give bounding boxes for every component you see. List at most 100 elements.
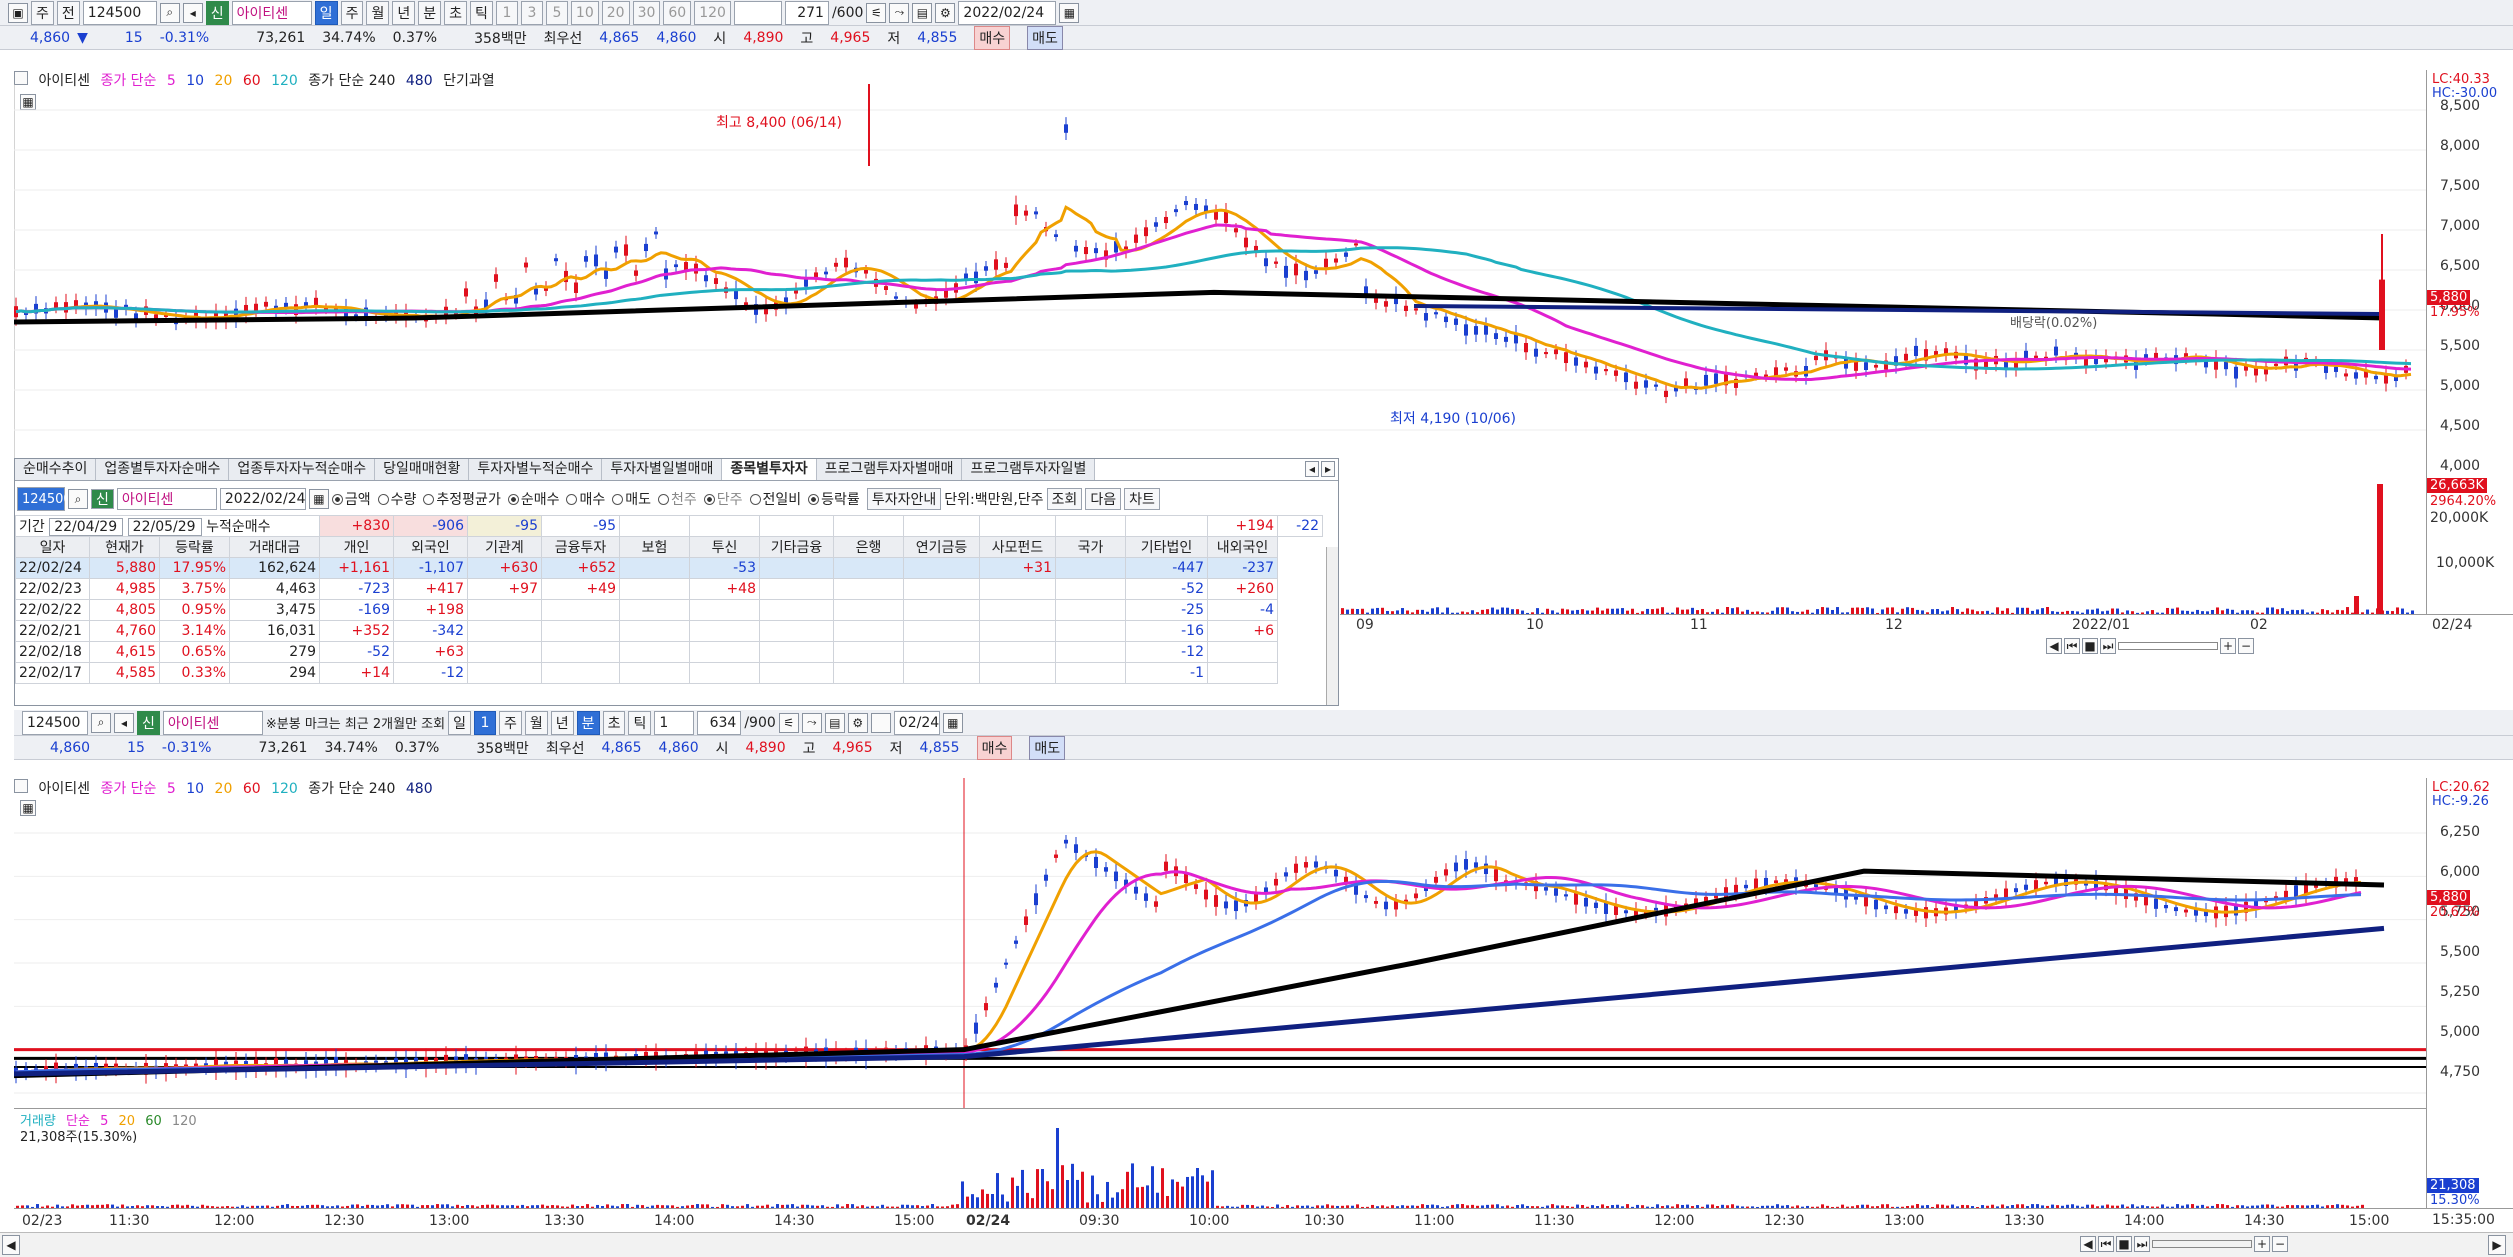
query-button[interactable]: 조회 — [1046, 488, 1083, 510]
column-header[interactable]: 사모펀드 — [979, 536, 1056, 558]
bottom-sell-button[interactable]: 매도 — [1029, 735, 1066, 760]
tab-scroll-left-icon[interactable]: ◂ — [1305, 461, 1319, 477]
period-day[interactable]: 일 — [314, 0, 338, 25]
table-row[interactable]: 22/02/17 4,585 0.33% 294 +14 -12 -1 — [15, 662, 1323, 684]
radio-netbuy[interactable]: 순매수 — [507, 489, 559, 509]
next-button[interactable]: 다음 — [1085, 488, 1122, 510]
zoom-in-icon[interactable]: + — [2220, 638, 2236, 654]
calendar-icon[interactable]: ▦ — [1059, 2, 1080, 23]
table-row[interactable]: 22/02/21 4,760 3.14% 16,031 +352 -342 -16 +6 — [15, 620, 1323, 642]
column-header[interactable]: 기타법인 — [1125, 536, 1208, 558]
radio-rate[interactable]: 등락률 — [808, 489, 860, 509]
column-header[interactable]: 금융투자 — [541, 536, 620, 558]
column-header[interactable]: 은행 — [833, 536, 904, 558]
column-header[interactable]: 연기금등 — [903, 536, 980, 558]
bottom-scroll-last-icon[interactable]: ⏭ — [2134, 1236, 2150, 1252]
panel-stock-name[interactable]: 아이티센 — [116, 488, 217, 510]
bottom-search-icon[interactable]: ⌕ — [91, 712, 111, 733]
radio-quantity[interactable]: 수량 — [377, 489, 416, 509]
stop-icon[interactable]: ■ — [2082, 638, 2098, 654]
investor-tab-2[interactable]: 업종투자자누적순매수 — [229, 459, 376, 480]
bottom-save-icon[interactable]: ▤ — [824, 712, 845, 733]
window-menu-icon[interactable]: ▣ — [8, 2, 28, 23]
radio-amount[interactable]: 금액 — [331, 489, 371, 509]
period-year[interactable]: 년 — [392, 0, 416, 25]
bottom-scroll-first-icon[interactable]: ⏮ — [2098, 1236, 2114, 1252]
bottom-period-month[interactable]: 월 — [524, 710, 548, 735]
interval-select[interactable] — [733, 0, 782, 25]
bottom-zoom-slider[interactable] — [2152, 1240, 2252, 1248]
bottom-period-week[interactable]: 주 — [499, 710, 522, 735]
bottom-calendar-icon[interactable]: ▦ — [942, 712, 963, 733]
market2-select[interactable]: 전 — [56, 0, 80, 25]
panel-date-input[interactable]: 2022/02/24 — [219, 488, 306, 510]
bottom-checkbox[interactable] — [870, 712, 891, 733]
panel-calendar-icon[interactable]: ▦ — [308, 489, 329, 509]
chart-button[interactable]: 차트 — [1124, 488, 1160, 510]
table-row[interactable]: 22/02/23 4,985 3.75% 4,463 -723 +417 +97 +49 +48… — [15, 578, 1323, 600]
period-minute[interactable]: 분 — [418, 0, 442, 25]
date-input[interactable]: 2022/02/24 — [958, 0, 1057, 25]
bottom-stop-icon[interactable]: ■ — [2116, 1236, 2132, 1252]
hscroll-left-icon[interactable]: ◀ — [2, 1235, 20, 1255]
bottom-interval-input[interactable]: 1 — [654, 710, 695, 735]
bottom-period-second[interactable]: 초 — [602, 710, 626, 735]
column-header[interactable]: 개인 — [319, 536, 394, 558]
investor-tab-7[interactable]: 프로그램투자자별매매 — [816, 459, 963, 480]
table-row[interactable]: 22/02/24 5,880 17.95% 162,624 +1,161 -1,107 +6… — [15, 557, 1323, 579]
zoom-slider[interactable] — [2118, 642, 2218, 650]
bottom-zoom-in-icon[interactable]: + — [2254, 1236, 2270, 1252]
period-month[interactable]: 월 — [366, 0, 390, 25]
bottom-indicator-icon[interactable]: ⚟ — [778, 712, 799, 733]
investor-tab-8[interactable]: 프로그램투자자일별 — [962, 459, 1096, 480]
period-week[interactable]: 주 — [340, 0, 364, 25]
column-header[interactable]: 현재가 — [89, 536, 160, 558]
stock-code-input[interactable]: 124500 — [82, 0, 157, 25]
interval-1[interactable]: 1 — [495, 0, 518, 25]
bottom-scroll-left-icon[interactable]: ◀ — [2080, 1236, 2096, 1252]
table-scrollbar[interactable] — [1326, 547, 1338, 705]
radio-sell[interactable]: 매도 — [612, 489, 651, 509]
bottom-settings-icon[interactable]: ⚙ — [847, 712, 868, 733]
column-header[interactable]: 내외국인 — [1207, 536, 1278, 558]
radio-thousand[interactable]: 천주 — [658, 489, 697, 509]
scroll-left-icon[interactable]: ◀ — [2046, 638, 2062, 654]
interval-3[interactable]: 3 — [520, 0, 543, 25]
zoom-out-icon[interactable]: − — [2238, 638, 2254, 654]
bottom-date-input[interactable]: 02/24 — [893, 710, 940, 735]
bottom-stock-name[interactable]: 아이티센 — [162, 710, 263, 735]
column-header[interactable]: 거래대금 — [229, 536, 320, 558]
period-from[interactable]: 22/04/29 — [49, 518, 124, 536]
column-header[interactable]: 일자 — [15, 536, 90, 558]
interval-120[interactable]: 120 — [694, 0, 731, 25]
radio-prevday[interactable]: 전일비 — [749, 489, 801, 509]
bottom-period-minute[interactable]: 분 — [576, 710, 600, 735]
investor-tab-1[interactable]: 업종별투자자순매수 — [96, 459, 230, 480]
investor-tab-3[interactable]: 당일매매현황 — [375, 459, 470, 480]
bottom-code-input[interactable]: 124500 — [22, 710, 88, 735]
column-header[interactable]: 보험 — [619, 536, 690, 558]
investor-guide-button[interactable]: 투자자안내 — [866, 488, 942, 510]
interval-5[interactable]: 5 — [545, 0, 568, 25]
period-tick[interactable]: 틱 — [470, 0, 493, 25]
search-icon[interactable]: ⌕ — [159, 2, 180, 23]
column-header[interactable]: 국가 — [1055, 536, 1126, 558]
compare-icon[interactable]: ⤳ — [889, 2, 910, 23]
radio-avgprice[interactable]: 추정평균가 — [423, 489, 501, 509]
table-row[interactable]: 22/02/22 4,805 0.95% 3,475 -169 +198 -25 -4 — [15, 599, 1323, 621]
scroll-last-icon[interactable]: ⏭ — [2100, 638, 2116, 654]
column-header[interactable]: 기관계 — [467, 536, 542, 558]
panel-code-input[interactable]: 124500 — [17, 487, 72, 511]
column-header[interactable]: 투신 — [689, 536, 760, 558]
scroll-first-icon[interactable]: ⏮ — [2064, 638, 2080, 654]
investor-tab-5[interactable]: 투자자별일별매매 — [602, 459, 723, 480]
column-header[interactable]: 등락률 — [159, 536, 230, 558]
bar-count-input[interactable]: 271 — [784, 0, 829, 25]
bottom-period-tick[interactable]: 틱 — [628, 710, 652, 735]
sell-button[interactable]: 매도 — [1027, 25, 1063, 50]
tab-scroll-right-icon[interactable]: ▸ — [1321, 461, 1335, 477]
stock-name-field[interactable]: 아이티센 — [231, 0, 312, 25]
interval-30[interactable]: 30 — [632, 0, 661, 25]
save-icon[interactable]: ▤ — [912, 2, 933, 23]
bottom-zoom-out-icon[interactable]: − — [2272, 1236, 2288, 1252]
